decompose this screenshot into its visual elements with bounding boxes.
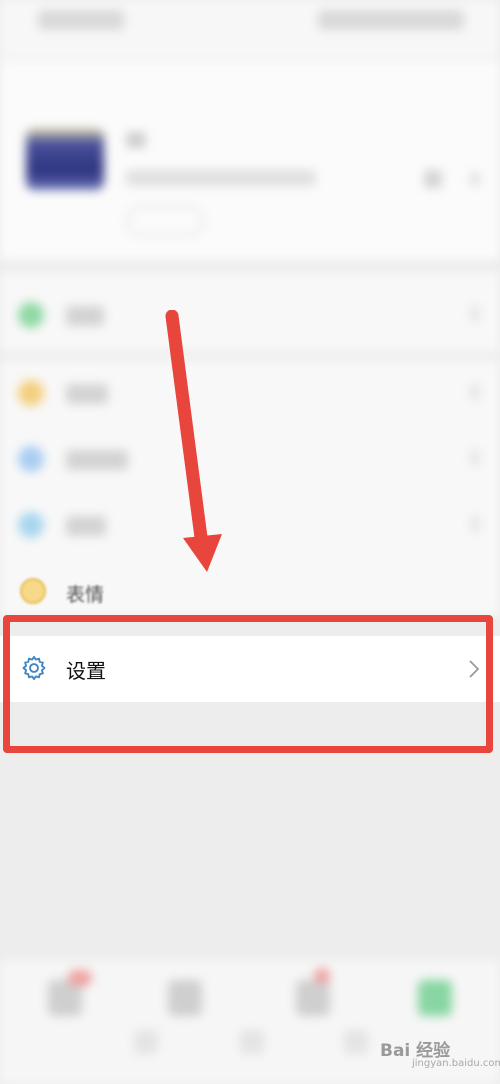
menu-item-cards[interactable]	[0, 492, 500, 556]
tab-discover[interactable]	[296, 980, 330, 1016]
chevron-right-icon	[470, 172, 480, 186]
watermark-url: jingyan.baidu.com	[412, 1058, 500, 1069]
profile-id-blurred	[126, 170, 316, 186]
avatar[interactable]	[26, 128, 104, 190]
nav-back-button[interactable]	[344, 1030, 368, 1054]
menu-label-blurred	[66, 516, 106, 536]
profile-name-blurred	[126, 132, 146, 148]
status-button-blurred[interactable]	[126, 206, 204, 236]
tab-me[interactable]	[418, 980, 452, 1016]
top-bar-right-blurred	[318, 10, 464, 30]
discover-badge	[314, 968, 330, 984]
menu-label-blurred	[66, 306, 104, 326]
menu-item-services[interactable]	[0, 282, 500, 346]
services-icon	[18, 302, 44, 328]
chevron-right-icon	[470, 384, 480, 400]
menu-group-services	[0, 272, 500, 352]
nav-menu-button[interactable]	[134, 1030, 158, 1054]
unread-badge	[68, 970, 92, 986]
highlight-box	[3, 615, 493, 753]
favorites-icon	[18, 380, 44, 406]
top-bar	[0, 0, 500, 60]
menu-item-stickers[interactable]: 表情	[0, 560, 500, 620]
menu-item-moments[interactable]	[0, 426, 500, 490]
nav-home-button[interactable]	[240, 1030, 264, 1054]
profile-header[interactable]	[0, 60, 500, 260]
menu-label-blurred	[66, 450, 128, 470]
annotation-arrow	[165, 310, 222, 572]
chevron-right-icon	[470, 450, 480, 466]
chevron-right-icon	[470, 306, 480, 322]
smiley-icon	[20, 578, 46, 604]
tab-contacts[interactable]	[168, 980, 202, 1016]
moments-icon	[18, 446, 44, 472]
menu-label-blurred	[66, 384, 108, 404]
cards-icon	[18, 512, 44, 538]
qr-code-icon[interactable]	[424, 170, 442, 188]
menu-item-favorites[interactable]	[0, 360, 500, 424]
chevron-right-icon	[470, 516, 480, 532]
top-bar-left-blurred	[38, 10, 124, 30]
sticker-label: 表情	[66, 584, 105, 606]
